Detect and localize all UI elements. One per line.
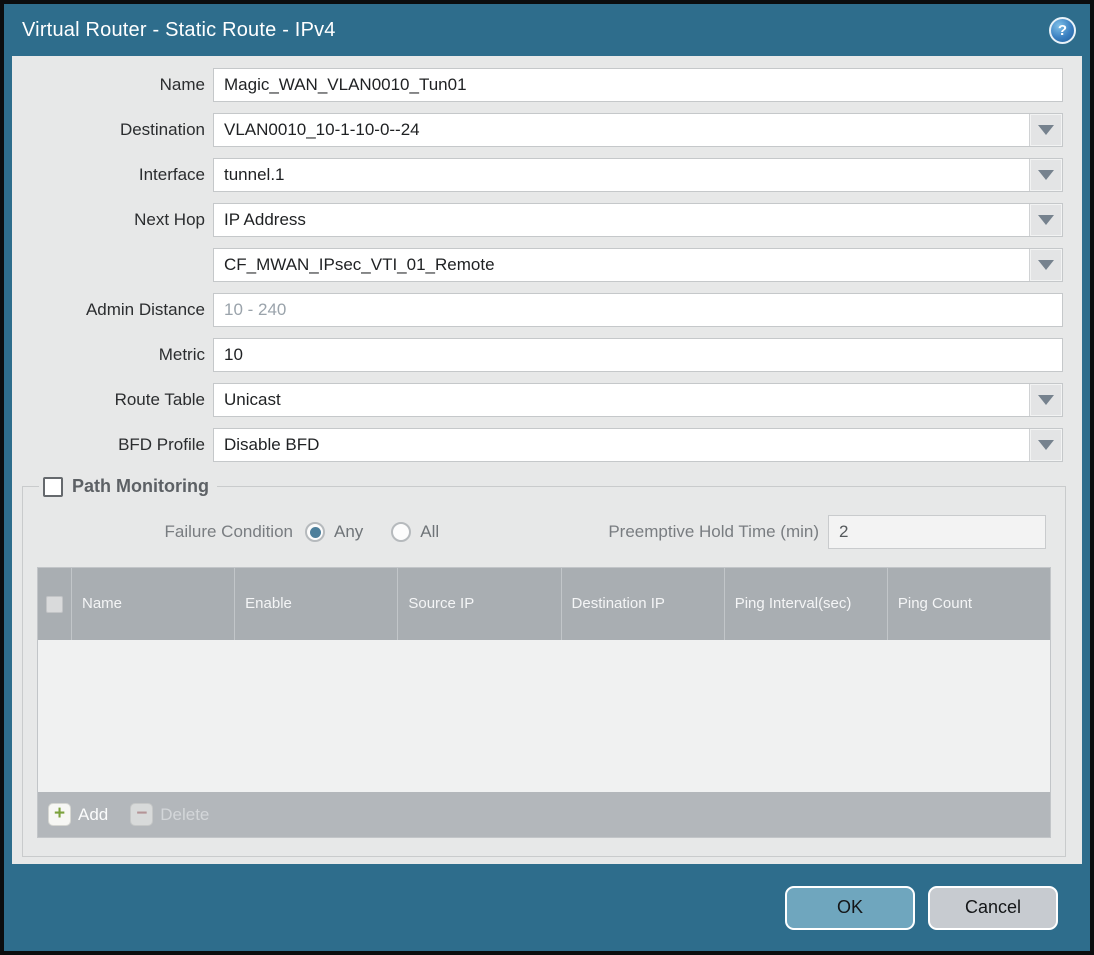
chevron-down-icon: [1038, 260, 1054, 270]
next-hop-address-dropdown-button[interactable]: [1029, 249, 1062, 281]
column-header-ping-count[interactable]: Ping Count: [888, 568, 1050, 640]
ok-button[interactable]: OK: [785, 885, 915, 930]
dialog-body: Name Destination VLAN0010_10-1-10-0--24 …: [12, 56, 1082, 864]
next-hop-address-select[interactable]: CF_MWAN_IPsec_VTI_01_Remote: [213, 248, 1063, 282]
preemptive-hold-time-label: Preemptive Hold Time (min): [608, 522, 819, 541]
help-icon[interactable]: ?: [1049, 16, 1076, 44]
destination-value: VLAN0010_10-1-10-0--24: [224, 120, 420, 139]
radio-any[interactable]: [305, 522, 325, 542]
interface-label: Interface: [138, 165, 205, 184]
destination-label: Destination: [119, 120, 205, 139]
column-header-enable[interactable]: Enable: [235, 568, 399, 640]
bfd-profile-select[interactable]: Disable BFD: [213, 428, 1063, 462]
chevron-down-icon: [1038, 170, 1054, 180]
next-hop-label: Next Hop: [134, 210, 205, 229]
path-monitoring-checkbox[interactable]: [43, 476, 63, 497]
select-all-checkbox-cell: [38, 568, 72, 640]
name-label: Name: [159, 75, 205, 94]
preemptive-hold-time-input[interactable]: [828, 515, 1046, 549]
chevron-down-icon: [1038, 440, 1054, 450]
minus-icon: −: [130, 803, 154, 826]
next-hop-select[interactable]: IP Address: [213, 203, 1063, 237]
failure-condition-radios: Any All: [305, 522, 467, 542]
next-hop-row: Next Hop IP Address: [12, 203, 1063, 237]
plus-icon: +: [48, 803, 71, 826]
column-header-source-ip[interactable]: Source IP: [398, 568, 562, 640]
admin-distance-label: Admin Distance: [85, 300, 205, 319]
destination-select[interactable]: VLAN0010_10-1-10-0--24: [213, 113, 1063, 147]
radio-all-label: All: [420, 522, 440, 541]
admin-distance-row: Admin Distance: [12, 293, 1063, 327]
failure-condition-label: Failure Condition: [164, 522, 293, 541]
interface-select[interactable]: tunnel.1: [213, 158, 1063, 192]
preemptive-hold-time-group: Preemptive Hold Time (min): [608, 515, 1046, 549]
next-hop-address-row: CF_MWAN_IPsec_VTI_01_Remote: [12, 248, 1063, 282]
dialog-frame: Virtual Router - Static Route - IPv4 ? N…: [0, 0, 1094, 955]
add-button[interactable]: + Add: [48, 803, 108, 826]
interface-value: tunnel.1: [224, 165, 285, 184]
bfd-profile-row: BFD Profile Disable BFD: [12, 428, 1063, 462]
next-hop-dropdown-button[interactable]: [1029, 204, 1062, 236]
select-all-checkbox[interactable]: [46, 595, 63, 613]
column-header-ping-interval[interactable]: Ping Interval(sec): [725, 568, 888, 640]
admin-distance-input[interactable]: [213, 293, 1063, 327]
bfd-profile-value: Disable BFD: [224, 435, 320, 454]
destination-dropdown-button[interactable]: [1029, 114, 1062, 146]
path-monitoring-table: Name Enable Source IP Destination IP Pin…: [37, 567, 1051, 838]
path-monitoring-legend: Path Monitoring: [39, 476, 217, 497]
interface-dropdown-button[interactable]: [1029, 159, 1062, 191]
column-header-destination-ip[interactable]: Destination IP: [562, 568, 725, 640]
cancel-button[interactable]: Cancel: [928, 885, 1058, 930]
bfd-profile-dropdown-button[interactable]: [1029, 429, 1062, 461]
path-monitoring-title: Path Monitoring: [72, 476, 209, 496]
path-monitoring-section: Path Monitoring Failure Condition Any Al…: [22, 476, 1066, 857]
route-table-row: Route Table Unicast: [12, 383, 1063, 417]
table-body-empty: [38, 640, 1050, 792]
bfd-profile-label: BFD Profile: [118, 435, 205, 454]
chevron-down-icon: [1038, 215, 1054, 225]
chevron-down-icon: [1038, 125, 1054, 135]
next-hop-address-value: CF_MWAN_IPsec_VTI_01_Remote: [224, 255, 495, 274]
interface-row: Interface tunnel.1: [12, 158, 1063, 192]
dialog-footer: OK Cancel: [4, 864, 1090, 951]
delete-button[interactable]: − Delete: [130, 803, 209, 826]
table-footer: + Add − Delete: [38, 792, 1050, 837]
column-header-name[interactable]: Name: [72, 568, 236, 640]
route-table-label: Route Table: [114, 390, 205, 409]
name-input[interactable]: [213, 68, 1063, 102]
radio-any-label: Any: [334, 522, 364, 541]
route-table-dropdown-button[interactable]: [1029, 384, 1062, 416]
radio-all[interactable]: [391, 522, 412, 542]
route-table-value: Unicast: [224, 390, 281, 409]
dialog-titlebar: Virtual Router - Static Route - IPv4 ?: [4, 4, 1090, 56]
name-row: Name: [12, 68, 1063, 102]
chevron-down-icon: [1038, 395, 1054, 405]
metric-row: Metric: [12, 338, 1063, 372]
route-table-select[interactable]: Unicast: [213, 383, 1063, 417]
metric-input[interactable]: [213, 338, 1063, 372]
next-hop-value: IP Address: [224, 210, 306, 229]
destination-row: Destination VLAN0010_10-1-10-0--24: [12, 113, 1063, 147]
metric-label: Metric: [158, 345, 205, 364]
dialog-title: Virtual Router - Static Route - IPv4: [22, 18, 336, 41]
table-header: Name Enable Source IP Destination IP Pin…: [38, 568, 1050, 640]
path-monitoring-controls: Failure Condition Any All Preemptive Hol…: [37, 515, 1051, 549]
